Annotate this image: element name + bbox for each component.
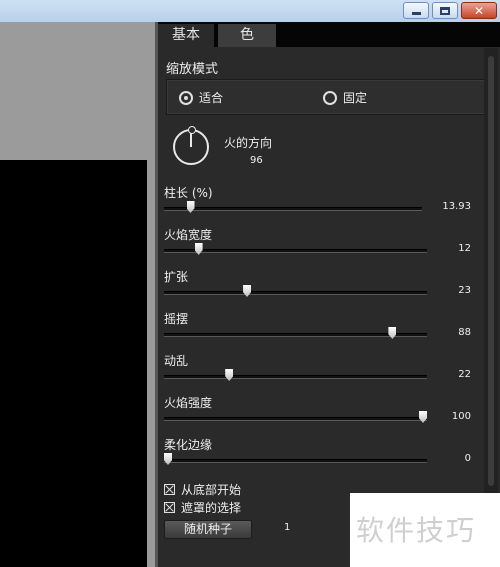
slider[interactable]: 柔化边缘 0: [164, 436, 494, 476]
slider-thumb[interactable]: [388, 327, 397, 339]
tab-color[interactable]: 色: [218, 24, 276, 47]
slider-thumb[interactable]: [186, 201, 195, 213]
slider-thumb[interactable]: [243, 285, 252, 297]
checkbox-mask-selection[interactable]: 遮罩的选择: [164, 499, 241, 516]
canvas-preview: [0, 160, 147, 567]
direction-value: 96: [250, 155, 263, 166]
window-titlebar: [0, 0, 500, 22]
settings-panel: 基本 色 缩放模式 适合 固定 火的方向 96 柱长 (%) 13.93 火焰宽度 1…: [158, 22, 500, 567]
checkbox-start-from-bottom[interactable]: 从底部开始: [164, 481, 241, 498]
dial-knob[interactable]: [188, 126, 196, 134]
slider-value: 12: [458, 243, 471, 254]
close-icon: [462, 3, 496, 18]
slider-thumb[interactable]: [225, 369, 234, 381]
slider-value: 23: [458, 285, 471, 296]
tab-basic[interactable]: 基本: [158, 24, 214, 47]
slider-track[interactable]: [164, 459, 427, 463]
slider-value: 0: [464, 453, 471, 464]
zoom-mode-label: 缩放模式: [166, 62, 219, 77]
radio-fit-label: 适合: [199, 91, 224, 105]
slider-label: 火焰宽度: [164, 228, 213, 242]
slider-label: 柱长 (%): [164, 186, 213, 200]
slider-track[interactable]: [164, 333, 427, 337]
slider-label: 柔化边缘: [164, 438, 213, 452]
slider[interactable]: 火焰强度 100: [164, 394, 494, 434]
tab-bar: 基本 色: [158, 22, 500, 47]
slider[interactable]: 扩张 23: [164, 268, 494, 308]
radio-fit[interactable]: 适合: [179, 89, 223, 106]
slider-thumb[interactable]: [419, 411, 427, 423]
slider-label: 火焰强度: [164, 396, 213, 410]
radio-fixed-label: 固定: [343, 91, 368, 105]
slider-label: 扩张: [164, 270, 189, 284]
zoom-mode-group: 适合 固定: [166, 79, 491, 115]
random-seed-button[interactable]: 随机种子: [164, 520, 252, 539]
minimize-button[interactable]: [403, 2, 429, 19]
slider[interactable]: 动乱 22: [164, 352, 494, 392]
checkbox-checked-icon: [164, 484, 175, 495]
checkbox-label: 从底部开始: [181, 483, 242, 497]
watermark-text: 软件技巧: [356, 514, 477, 547]
slider-thumb[interactable]: [164, 453, 172, 465]
checkbox-checked-icon: [164, 502, 175, 513]
slider-value: 22: [458, 369, 471, 380]
slider-label: 摇摆: [164, 312, 189, 326]
maximize-button[interactable]: [432, 2, 458, 19]
minimize-icon: [404, 3, 428, 18]
radio-fixed[interactable]: 固定: [323, 89, 367, 106]
seed-value: 1: [284, 522, 291, 533]
radio-unselected-icon: [323, 90, 337, 105]
direction-dial[interactable]: [173, 126, 209, 165]
radio-selected-icon: [179, 90, 193, 105]
scrollbar-thumb[interactable]: [488, 56, 494, 486]
slider-value: 13.93: [442, 201, 471, 212]
slider-value: 100: [451, 411, 471, 422]
dial-needle: [190, 132, 192, 147]
slider[interactable]: 火焰宽度 12: [164, 226, 494, 266]
slider-track[interactable]: [164, 375, 427, 379]
canvas-edge: [147, 160, 155, 567]
maximize-icon: [433, 3, 457, 18]
slider-label: 动乱: [164, 354, 189, 368]
slider-thumb[interactable]: [194, 243, 203, 255]
direction-label: 火的方向: [224, 136, 273, 150]
canvas-background: [0, 22, 155, 160]
slider-track[interactable]: [164, 207, 422, 211]
slider-track[interactable]: [164, 291, 427, 295]
close-button[interactable]: [461, 2, 497, 19]
slider-value: 88: [458, 327, 471, 338]
slider[interactable]: 柱长 (%) 13.93: [164, 184, 494, 224]
slider-track[interactable]: [164, 249, 427, 253]
slider-track[interactable]: [164, 417, 427, 421]
checkbox-label: 遮罩的选择: [181, 501, 242, 515]
slider[interactable]: 摇摆 88: [164, 310, 494, 350]
